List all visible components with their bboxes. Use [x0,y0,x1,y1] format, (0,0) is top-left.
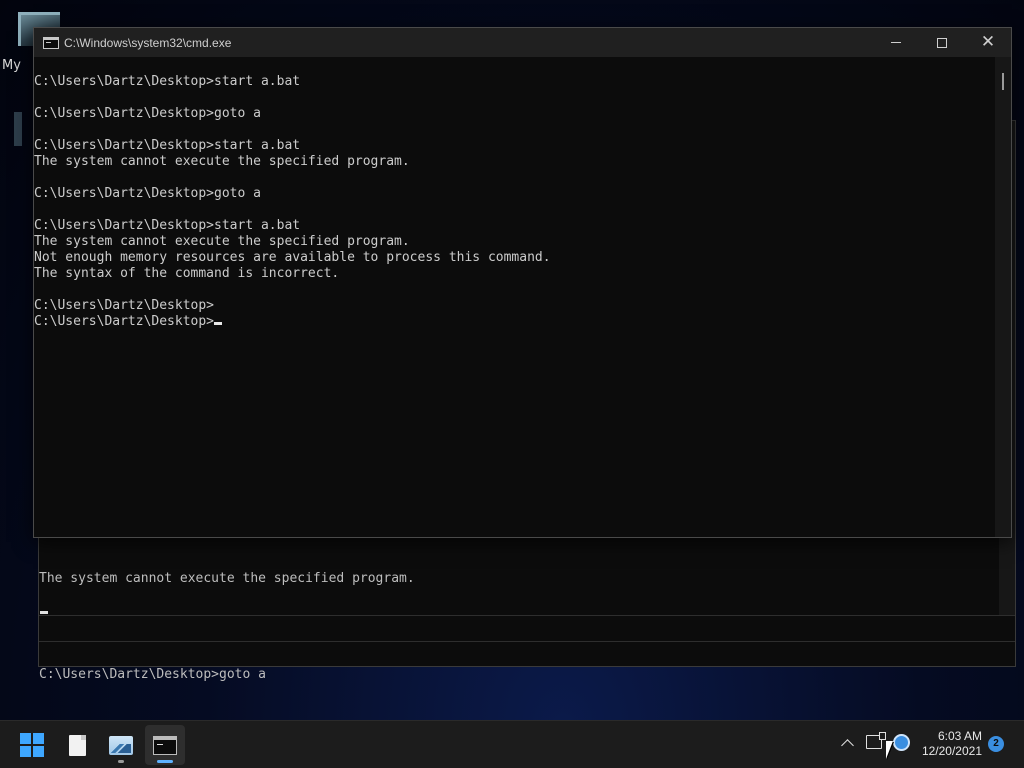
taskbar-clock[interactable]: 6:03 AM 12/20/2021 [912,729,982,759]
background-console-line: The system cannot execute the specified … [39,571,415,586]
maximize-button[interactable] [919,28,965,57]
console-line: C:\Users\Dartz\Desktop>goto a [34,186,261,201]
console-prompt: C:\Users\Dartz\Desktop> [34,314,215,329]
clock-time: 6:03 AM [937,729,982,743]
console-line: C:\Users\Dartz\Desktop>start a.bat [34,138,301,153]
vertical-scrollbar[interactable] [995,57,1011,537]
notification-badge[interactable]: 2 [988,736,1004,752]
console-line: C:\Users\Dartz\Desktop>start a.bat [34,74,301,89]
console-line: C:\Users\Dartz\Desktop>goto a [34,106,261,121]
photos-icon [109,735,133,755]
taskbar-photos-button[interactable] [101,725,141,765]
start-button[interactable] [12,725,52,765]
active-indicator [157,760,173,763]
console-line: C:\Users\Dartz\Desktop>start a.bat [34,218,301,233]
close-button[interactable]: ✕ [965,28,1011,57]
cmd-icon [43,36,59,49]
taskbar-cmd-button[interactable] [145,725,185,765]
minimize-button[interactable] [873,28,919,57]
taskbar-notepad-button[interactable] [57,725,97,765]
cmd-icon [153,735,177,755]
show-hidden-icons-button[interactable] [836,732,858,754]
console-line: C:\Users\Dartz\Desktop> [34,298,215,313]
windows-logo-icon [20,733,44,757]
notepad-icon [68,734,86,756]
console-line: The system cannot execute the specified … [34,234,410,249]
text-cursor [214,322,223,325]
maximize-icon [937,37,947,48]
chevron-up-icon [840,739,854,752]
mouse-pointer-icon [886,741,893,759]
window-title: C:\Windows\system32\cmd.exe [64,35,232,50]
console-line: The system cannot execute the specified … [34,154,410,169]
close-icon: ✕ [980,32,996,52]
clock-date: 12/20/2021 [921,744,982,758]
console-line: Not enough memory resources are availabl… [34,250,551,265]
background-text-cursor [40,611,48,614]
background-console-output: The system cannot execute the specified … [39,539,415,715]
cmd-window[interactable]: C:\Windows\system32\cmd.exe ✕ C:\Users\D… [33,27,1012,538]
background-console-line [39,619,415,635]
scrollbar-thumb[interactable] [1002,73,1004,90]
console-prompt-line[interactable]: C:\Users\Dartz\Desktop> [34,314,995,330]
background-console-line: C:\Users\Dartz\Desktop>goto a [39,667,266,682]
network-icon[interactable] [866,732,886,749]
console-line: The syntax of the command is incorrect. [34,266,340,281]
title-bar[interactable]: C:\Windows\system32\cmd.exe ✕ [34,28,1011,57]
running-indicator [118,760,124,763]
desktop-shortcut-label: My [2,58,21,73]
console-output[interactable]: C:\Users\Dartz\Desktop>start a.bat C:\Us… [34,57,995,537]
minimize-icon [891,42,901,43]
tray-app-icon[interactable] [893,734,910,751]
desktop-shortcut-icon-partial[interactable] [14,112,22,146]
